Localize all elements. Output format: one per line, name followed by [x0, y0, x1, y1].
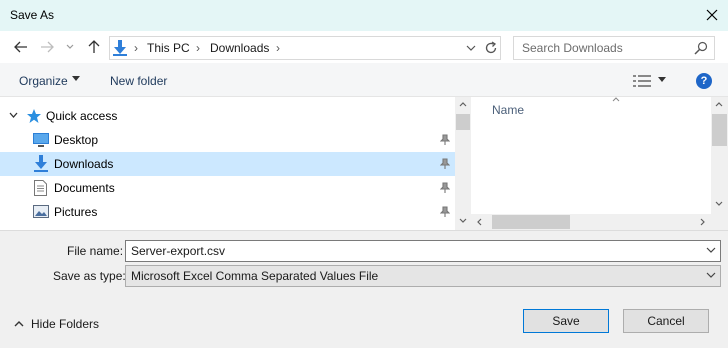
close-button[interactable]	[698, 3, 726, 27]
chevron-down-icon[interactable]	[706, 272, 716, 279]
breadcrumb-separator-icon: ›	[196, 41, 200, 55]
dropdown-arrow-icon[interactable]	[658, 77, 666, 83]
close-icon	[706, 9, 718, 21]
chevron-down-icon[interactable]	[9, 112, 18, 118]
file-list[interactable]: Name	[471, 97, 711, 214]
forward-button[interactable]	[37, 37, 57, 57]
breadcrumb-separator-icon: ›	[134, 41, 138, 55]
sidebar-item-label: Desktop	[54, 133, 99, 147]
scrollbar-thumb[interactable]	[712, 114, 727, 146]
save-type-select[interactable]: Microsoft Excel Comma Separated Values F…	[125, 265, 721, 287]
chevron-up-icon	[14, 321, 24, 327]
pin-icon[interactable]	[440, 158, 450, 170]
arrow-left-icon	[14, 41, 27, 53]
breadcrumb-separator-icon: ›	[276, 41, 280, 55]
cancel-button[interactable]: Cancel	[623, 309, 709, 333]
download-icon	[113, 40, 127, 56]
arrow-up-icon	[88, 40, 100, 53]
save-type-value: Microsoft Excel Comma Separated Values F…	[131, 269, 379, 283]
scroll-down-icon[interactable]	[459, 218, 467, 223]
sidebar-item-quick-access[interactable]: Quick access	[0, 104, 455, 128]
file-name-label: File name:	[67, 244, 124, 258]
document-icon	[34, 180, 47, 196]
sidebar-item-pictures[interactable]: Pictures	[0, 200, 455, 224]
search-icon	[694, 41, 708, 55]
sidebar-item-documents[interactable]: Documents	[0, 176, 455, 200]
column-header-name[interactable]: Name	[492, 103, 524, 117]
dropdown-arrow-icon[interactable]	[72, 76, 80, 82]
scroll-left-icon[interactable]	[477, 218, 482, 226]
breadcrumb-downloads[interactable]: Downloads	[210, 41, 269, 55]
save-button[interactable]: Save	[523, 309, 609, 333]
scroll-up-icon[interactable]	[459, 102, 467, 107]
sidebar-item-downloads[interactable]: Downloads	[0, 152, 455, 176]
sidebar-item-label: Documents	[54, 181, 115, 195]
chevron-down-icon[interactable]	[466, 45, 476, 52]
up-button[interactable]	[84, 37, 104, 57]
desktop-icon	[33, 133, 49, 147]
title-bar	[0, 0, 728, 31]
scroll-up-icon[interactable]	[715, 102, 723, 107]
breadcrumb-this-pc[interactable]: This PC	[147, 41, 190, 55]
pictures-icon	[33, 205, 49, 218]
sort-ascending-icon	[612, 97, 620, 102]
scrollbar-corner	[711, 214, 728, 230]
sidebar-item-label: Pictures	[54, 205, 98, 219]
arrow-right-icon	[41, 41, 54, 53]
sidebar-item-label: Quick access	[46, 109, 118, 123]
navigation-pane[interactable]: Quick access Desktop Downloads Documents	[0, 97, 455, 230]
scrollbar-thumb[interactable]	[456, 114, 470, 130]
new-folder-button[interactable]: New folder	[110, 74, 167, 88]
download-icon	[34, 155, 48, 172]
recent-locations-button[interactable]	[63, 37, 77, 57]
chevron-down-icon[interactable]	[706, 247, 716, 254]
back-button[interactable]	[11, 37, 31, 57]
refresh-icon[interactable]	[484, 41, 498, 55]
chevron-down-icon	[66, 44, 74, 49]
hide-folders-label: Hide Folders	[31, 317, 100, 331]
window-title: Save As	[10, 8, 55, 22]
search-input[interactable]: Search Downloads	[513, 36, 715, 60]
scroll-right-icon[interactable]	[700, 218, 705, 226]
scroll-down-icon[interactable]	[715, 201, 723, 206]
navigation-pane-scrollbar[interactable]	[455, 97, 471, 230]
sidebar-item-label: Downloads	[54, 157, 114, 171]
scrollbar-thumb[interactable]	[492, 215, 570, 229]
file-name-input[interactable]: Server-export.csv	[125, 240, 721, 262]
view-options-icon[interactable]	[633, 74, 651, 88]
sidebar-item-desktop[interactable]: Desktop	[0, 128, 455, 152]
organize-button[interactable]: Organize	[19, 74, 68, 88]
help-icon[interactable]: ?	[696, 73, 712, 89]
pin-icon[interactable]	[440, 206, 450, 218]
address-bar[interactable]: › This PC › Downloads ›	[109, 36, 501, 60]
file-list-vertical-scrollbar[interactable]	[711, 97, 728, 214]
search-placeholder: Search Downloads	[522, 41, 623, 55]
star-icon	[27, 109, 41, 123]
file-name-value: Server-export.csv	[131, 244, 226, 258]
save-type-label: Save as type:	[53, 269, 126, 283]
pin-icon[interactable]	[440, 182, 450, 194]
file-list-horizontal-scrollbar[interactable]	[471, 214, 711, 230]
pin-icon[interactable]	[440, 134, 450, 146]
